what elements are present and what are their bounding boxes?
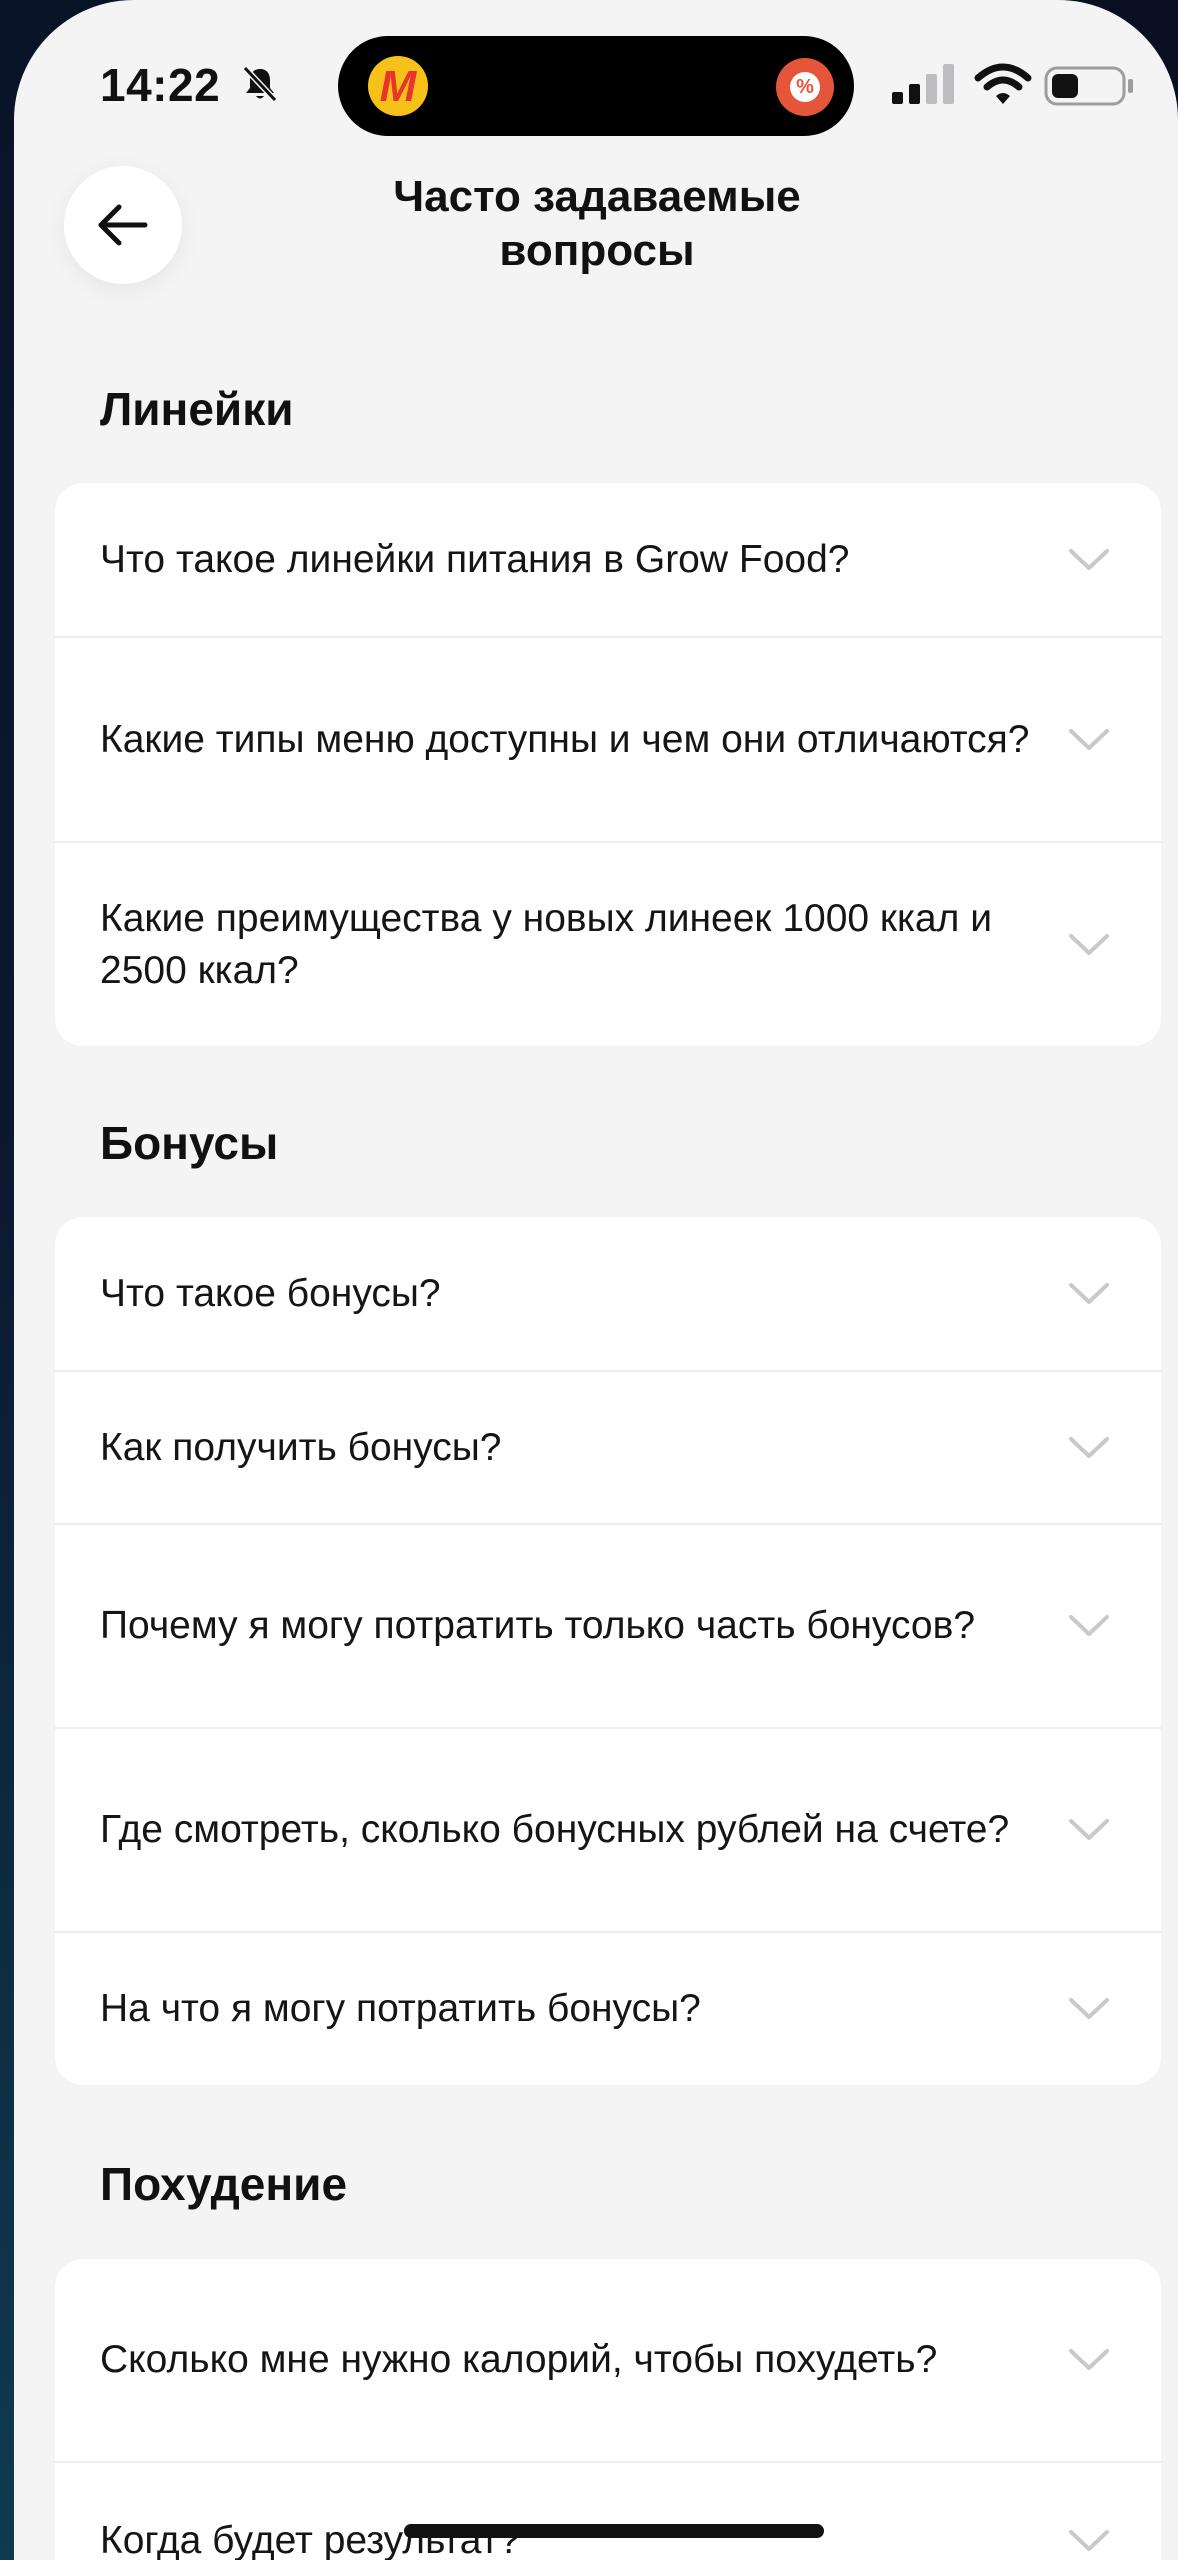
faq-item[interactable]: Почему я могу потратить только часть бон… [55,1525,1161,1729]
faq-card-lines: Что такое линейки питания в Grow Food? К… [55,483,1161,1046]
chevron-down-icon [1069,1615,1109,1636]
section-title-bonuses: Бонусы [100,1117,279,1169]
battery-icon [1044,66,1133,106]
dynamic-island: M % [338,36,854,136]
arrow-left-icon [98,204,148,246]
status-time: 14:22 [100,59,221,111]
faq-item[interactable]: Как получить бонусы? [55,1372,1161,1525]
device-frame: 14:22 M % Часто задаваемые вопросы Линей… [0,0,1178,2560]
faq-card-weight-loss: Сколько мне нужно калорий, чтобы похудет… [55,2259,1161,2560]
chevron-down-icon [1069,1819,1109,1840]
home-indicator[interactable] [404,2524,824,2538]
chevron-down-icon [1069,933,1109,955]
chevron-down-icon [1069,1282,1109,1304]
section-title-lines: Линейки [100,383,294,435]
section-title-weight-loss: Похудение [100,2158,348,2210]
faq-question: Что такое бонусы? [100,1271,441,1315]
chevron-down-icon [1069,2529,1109,2551]
faq-question: Что такое линейки питания в Grow Food? [100,537,850,581]
chevron-down-icon [1069,2349,1109,2370]
faq-item[interactable]: Какие преимущества у новых линеек 1000 к… [55,843,1161,1046]
discount-badge-symbol: % [790,72,820,102]
faq-question: Как получить бонусы? [100,1425,502,1469]
bell-slash-icon [242,65,278,103]
status-bar: 14:22 M % [14,0,1178,150]
faq-question: На что я могу потратить бонусы? [100,1987,701,2030]
faq-item[interactable]: Когда будет результат? [55,2463,1161,2560]
market-app-icon: M [368,56,428,116]
faq-item[interactable]: Сколько мне нужно калорий, чтобы похудет… [55,2259,1161,2463]
chevron-down-icon [1069,1436,1109,1458]
faq-card-bonuses: Что такое бонусы? Как получить бонусы? П… [55,1217,1161,2085]
chevron-down-icon [1069,728,1109,750]
page-title: Часто задаваемые вопросы [393,172,801,275]
faq-question: Какие преимущества у новых линеек 1000 к… [100,896,992,992]
chevron-down-icon [1069,548,1109,570]
faq-question: Сколько мне нужно калорий, чтобы похудет… [100,2338,938,2381]
faq-item[interactable]: Какие типы меню доступны и чем они отлич… [55,638,1161,843]
app-screen: 14:22 M % Часто задаваемые вопросы Линей… [14,0,1178,2560]
faq-question: Где смотреть, сколько бонусных рублей на… [100,1808,1010,1851]
discount-badge-icon: % [776,58,834,116]
faq-item[interactable]: Где смотреть, сколько бонусных рублей на… [55,1729,1161,1933]
wifi-icon [974,63,1032,104]
faq-item[interactable]: Что такое линейки питания в Grow Food? [55,483,1161,638]
cellular-signal-icon [892,64,954,104]
chevron-down-icon [1069,1998,1109,2019]
market-app-letter: M [379,62,417,111]
faq-question: Какие типы меню доступны и чем они отлич… [100,717,1030,761]
faq-question: Почему я могу потратить только часть бон… [100,1604,976,1647]
faq-item[interactable]: Что такое бонусы? [55,1217,1161,1372]
faq-item[interactable]: На что я могу потратить бонусы? [55,1933,1161,2085]
back-button[interactable] [64,166,182,284]
